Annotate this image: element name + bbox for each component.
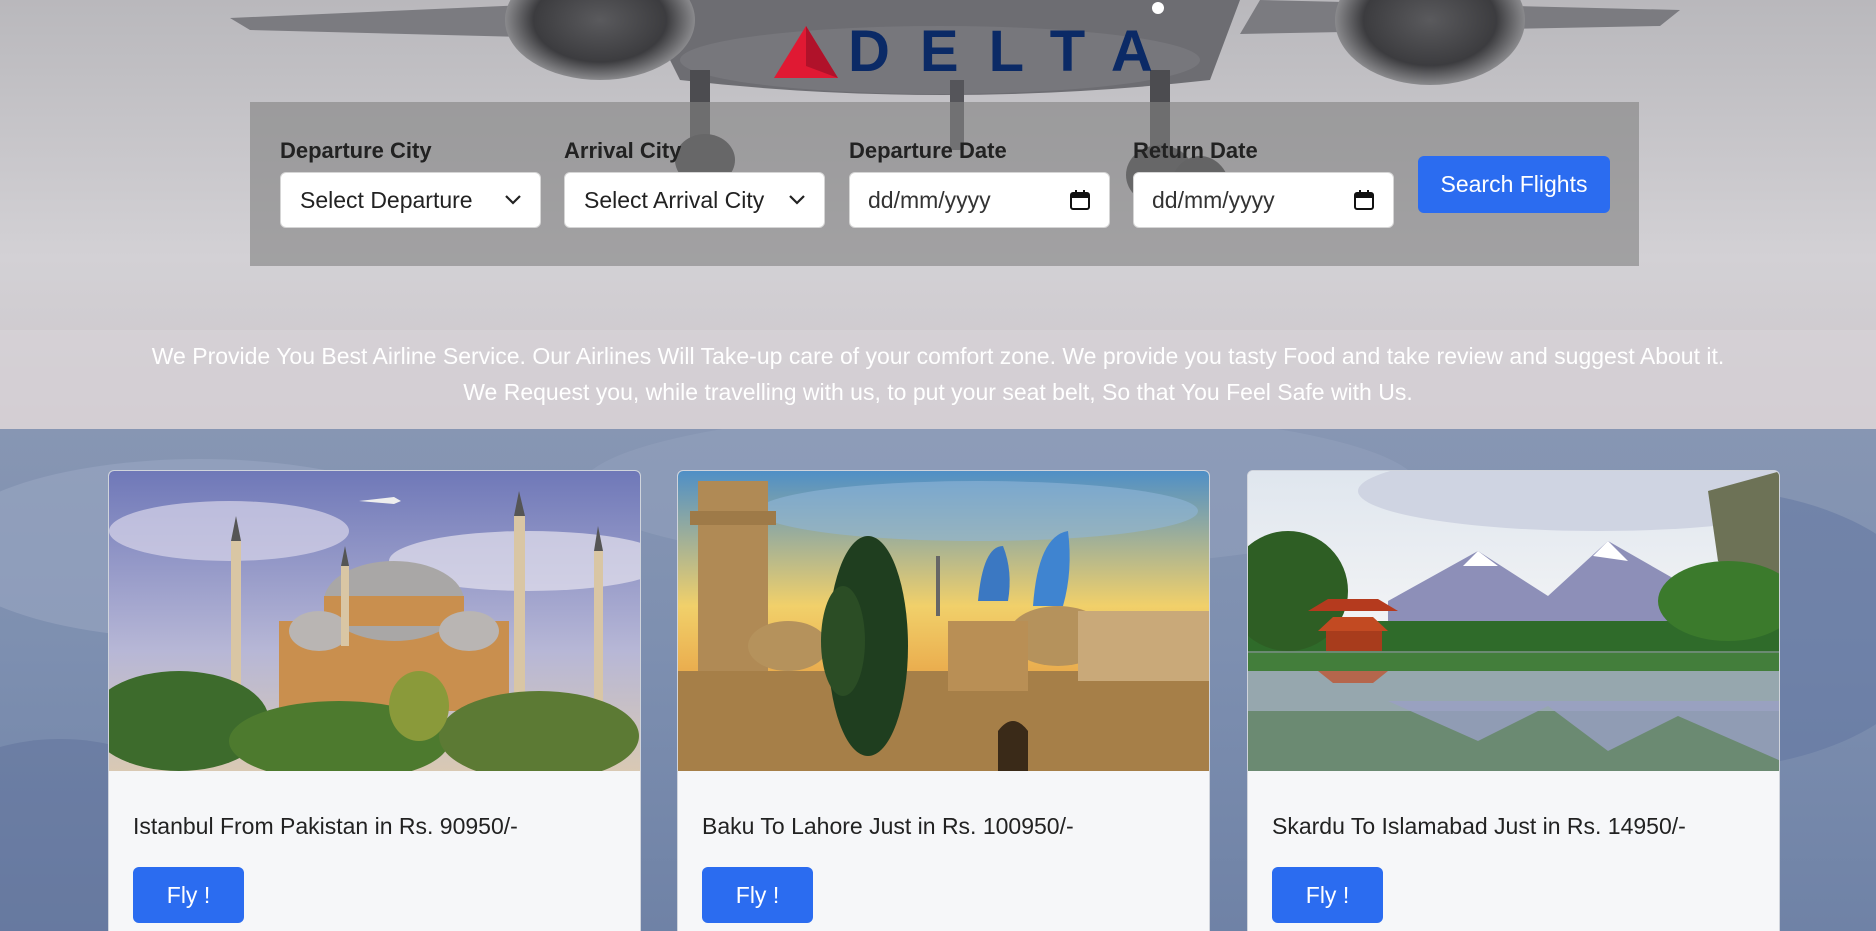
fly-button[interactable]: Fly ! bbox=[1272, 867, 1383, 923]
departure-city-value: Select Departure bbox=[300, 186, 473, 213]
card-description: Istanbul From Pakistan in Rs. 90950/- bbox=[133, 813, 518, 839]
flight-search-form: Departure City Select Departure Arrival … bbox=[250, 102, 1639, 266]
calendar-icon[interactable] bbox=[1069, 189, 1091, 211]
calendar-icon[interactable] bbox=[1353, 189, 1375, 211]
arrival-city-label: Arrival City bbox=[564, 138, 682, 163]
brand-name: DELTA bbox=[848, 19, 1183, 84]
chevron-down-icon bbox=[789, 195, 805, 205]
intro-text: We Provide You Best Airline Service. Our… bbox=[0, 338, 1876, 410]
istanbul-image bbox=[109, 471, 640, 771]
intro-line-1: We Provide You Best Airline Service. Our… bbox=[151, 343, 1725, 369]
return-date-field: Return Date dd/mm/yyyy bbox=[1133, 136, 1394, 228]
fly-button[interactable]: Fly ! bbox=[702, 867, 813, 923]
departure-date-label: Departure Date bbox=[849, 138, 1007, 163]
arrival-city-select[interactable]: Select Arrival City bbox=[564, 172, 825, 228]
arrival-city-field: Arrival City Select Arrival City bbox=[564, 136, 825, 228]
delta-logo[interactable]: DELTA bbox=[774, 19, 1183, 84]
skardu-image bbox=[1248, 471, 1779, 771]
hero-banner: DELTA Departure City Select Departure Ar… bbox=[0, 0, 1876, 429]
arrival-city-value: Select Arrival City bbox=[584, 186, 765, 213]
return-date-value: dd/mm/yyyy bbox=[1152, 186, 1275, 213]
departure-city-field: Departure City Select Departure bbox=[280, 136, 541, 228]
delta-triangle-icon bbox=[774, 26, 838, 78]
chevron-down-icon bbox=[505, 195, 521, 205]
destination-card-istanbul: Istanbul From Pakistan in Rs. 90950/- Fl… bbox=[108, 470, 641, 931]
departure-date-field: Departure Date dd/mm/yyyy bbox=[849, 136, 1110, 228]
departure-city-select[interactable]: Select Departure bbox=[280, 172, 541, 228]
departure-date-input[interactable]: dd/mm/yyyy bbox=[849, 172, 1110, 228]
destination-card-baku: Baku To Lahore Just in Rs. 100950/- Fly … bbox=[677, 470, 1210, 931]
baku-image bbox=[678, 471, 1209, 771]
destination-card-skardu: Skardu To Islamabad Just in Rs. 14950/- … bbox=[1247, 470, 1780, 931]
departure-date-value: dd/mm/yyyy bbox=[868, 186, 991, 213]
return-date-label: Return Date bbox=[1133, 138, 1258, 163]
card-description: Baku To Lahore Just in Rs. 100950/- bbox=[702, 813, 1074, 839]
intro-line-2: We Request you, while travelling with us… bbox=[463, 379, 1413, 405]
fly-button[interactable]: Fly ! bbox=[133, 867, 244, 923]
card-description: Skardu To Islamabad Just in Rs. 14950/- bbox=[1272, 813, 1686, 839]
return-date-input[interactable]: dd/mm/yyyy bbox=[1133, 172, 1394, 228]
departure-city-label: Departure City bbox=[280, 138, 432, 163]
search-flights-button[interactable]: Search Flights bbox=[1418, 156, 1610, 213]
